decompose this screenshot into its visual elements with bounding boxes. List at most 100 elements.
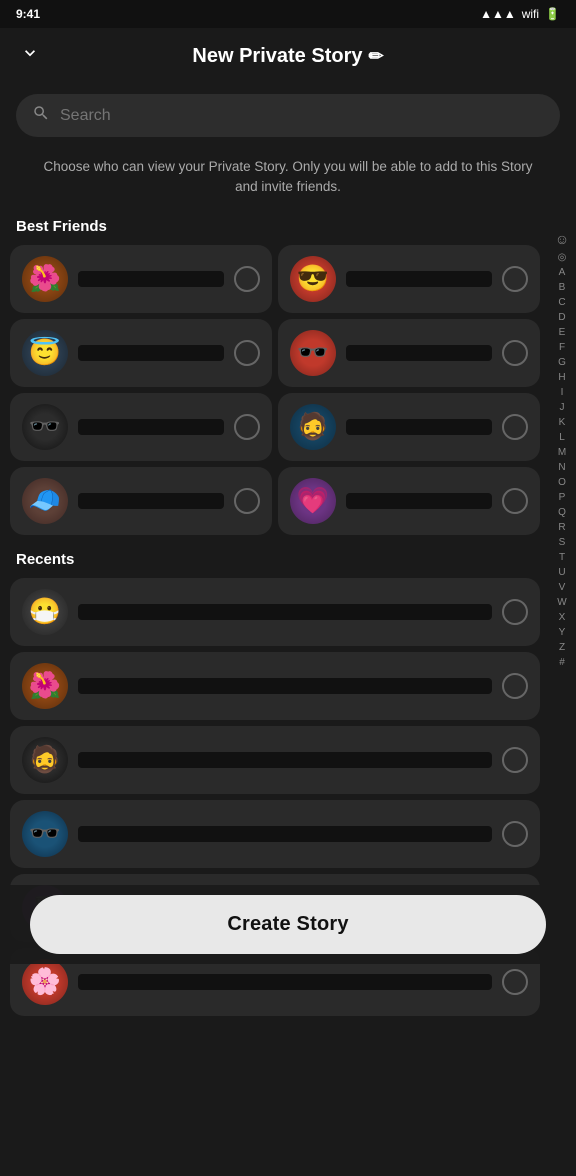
alpha-V[interactable]: V <box>548 581 576 595</box>
alpha-U[interactable]: U <box>548 566 576 580</box>
select-bf3[interactable] <box>234 340 260 366</box>
recent-name-r6 <box>78 974 492 990</box>
select-r3[interactable] <box>502 747 528 773</box>
best-friend-item-5[interactable]: 🕶️ <box>10 393 272 461</box>
alpha-D[interactable]: D <box>548 311 576 325</box>
alpha-circle[interactable]: ◎ <box>548 251 576 265</box>
alpha-J[interactable]: J <box>548 401 576 415</box>
select-bf2[interactable] <box>502 266 528 292</box>
alpha-M[interactable]: M <box>548 446 576 460</box>
alpha-K[interactable]: K <box>548 416 576 430</box>
recent-name-r1 <box>78 604 492 620</box>
select-r6[interactable] <box>502 969 528 995</box>
avatar-bf4: 🕶️ <box>290 330 336 376</box>
search-input[interactable] <box>60 107 544 125</box>
create-story-button[interactable]: Create Story <box>30 895 546 954</box>
friend-name-bf3 <box>78 345 224 361</box>
back-button[interactable] <box>20 43 40 69</box>
edit-icon[interactable]: ✏ <box>368 46 383 67</box>
avatar-bf5: 🕶️ <box>22 404 68 450</box>
select-r4[interactable] <box>502 821 528 847</box>
alpha-P[interactable]: P <box>548 491 576 505</box>
select-bf1[interactable] <box>234 266 260 292</box>
alpha-F[interactable]: F <box>548 341 576 355</box>
select-bf4[interactable] <box>502 340 528 366</box>
alphabet-sidebar: ☺ ◎ A B C D E F G H I J K L M N O P Q R … <box>548 230 576 670</box>
avatar-bf6: 🧔 <box>290 404 336 450</box>
alpha-G[interactable]: G <box>548 356 576 370</box>
main-content: Best Friends 🌺 😎 😇 🕶️ 🕶️ <box>0 212 576 1176</box>
select-bf5[interactable] <box>234 414 260 440</box>
select-bf8[interactable] <box>502 488 528 514</box>
recent-name-r4 <box>78 826 492 842</box>
alpha-X[interactable]: X <box>548 611 576 625</box>
status-bar: 9:41 ▲▲▲ wifi 🔋 <box>0 0 576 28</box>
create-story-bar: Create Story <box>0 885 576 964</box>
best-friend-item-2[interactable]: 😎 <box>278 245 540 313</box>
alpha-Q[interactable]: Q <box>548 506 576 520</box>
alpha-S[interactable]: S <box>548 536 576 550</box>
alpha-hash[interactable]: # <box>548 656 576 670</box>
avatar-bf7: 🧢 <box>22 478 68 524</box>
avatar-bf8: 💗 <box>290 478 336 524</box>
best-friend-item-6[interactable]: 🧔 <box>278 393 540 461</box>
status-icons: ▲▲▲ wifi 🔋 <box>480 7 560 21</box>
alpha-T[interactable]: T <box>548 551 576 565</box>
select-r2[interactable] <box>502 673 528 699</box>
friend-name-bf2 <box>346 271 492 287</box>
page-title: New Private Story ✏ <box>192 45 383 68</box>
select-bf7[interactable] <box>234 488 260 514</box>
avatar-r1: 😷 <box>22 589 68 635</box>
avatar-r2: 🌺 <box>22 663 68 709</box>
title-text: New Private Story <box>192 45 362 68</box>
friend-name-bf7 <box>78 493 224 509</box>
search-container <box>0 84 576 147</box>
subtitle-text: Choose who can view your Private Story. … <box>0 147 576 212</box>
best-friend-item-1[interactable]: 🌺 <box>10 245 272 313</box>
status-time: 9:41 <box>16 7 40 21</box>
alpha-W[interactable]: W <box>548 596 576 610</box>
search-icon <box>32 104 50 127</box>
avatar-bf3: 😇 <box>22 330 68 376</box>
alpha-C[interactable]: C <box>548 296 576 310</box>
friend-name-bf4 <box>346 345 492 361</box>
recent-item-3[interactable]: 🧔 <box>10 726 540 794</box>
recent-item-4[interactable]: 🕶️ <box>10 800 540 868</box>
header: New Private Story ✏ <box>0 28 576 84</box>
recent-item-2[interactable]: 🌺 <box>10 652 540 720</box>
select-r1[interactable] <box>502 599 528 625</box>
alpha-R[interactable]: R <box>548 521 576 535</box>
alpha-B[interactable]: B <box>548 281 576 295</box>
recent-item-1[interactable]: 😷 <box>10 578 540 646</box>
alpha-L[interactable]: L <box>548 431 576 445</box>
select-bf6[interactable] <box>502 414 528 440</box>
signal-icon: ▲▲▲ <box>480 7 516 21</box>
avatar-bf1: 🌺 <box>22 256 68 302</box>
alpha-Z[interactable]: Z <box>548 641 576 655</box>
best-friends-label: Best Friends <box>10 212 540 245</box>
alpha-Y[interactable]: Y <box>548 626 576 640</box>
wifi-icon: wifi <box>522 7 539 21</box>
best-friend-item-8[interactable]: 💗 <box>278 467 540 535</box>
best-friend-item-4[interactable]: 🕶️ <box>278 319 540 387</box>
alpha-O[interactable]: O <box>548 476 576 490</box>
friend-name-bf5 <box>78 419 224 435</box>
alpha-smiley[interactable]: ☺ <box>548 230 576 250</box>
alpha-E[interactable]: E <box>548 326 576 340</box>
alpha-N[interactable]: N <box>548 461 576 475</box>
avatar-r3: 🧔 <box>22 737 68 783</box>
recents-label: Recents <box>10 545 540 578</box>
friend-name-bf8 <box>346 493 492 509</box>
alpha-A[interactable]: A <box>548 266 576 280</box>
avatar-r4: 🕶️ <box>22 811 68 857</box>
battery-icon: 🔋 <box>545 7 560 21</box>
friend-name-bf1 <box>78 271 224 287</box>
friend-name-bf6 <box>346 419 492 435</box>
recent-name-r2 <box>78 678 492 694</box>
search-bar <box>16 94 560 137</box>
best-friend-item-7[interactable]: 🧢 <box>10 467 272 535</box>
alpha-I[interactable]: I <box>548 386 576 400</box>
avatar-bf2: 😎 <box>290 256 336 302</box>
best-friend-item-3[interactable]: 😇 <box>10 319 272 387</box>
alpha-H[interactable]: H <box>548 371 576 385</box>
